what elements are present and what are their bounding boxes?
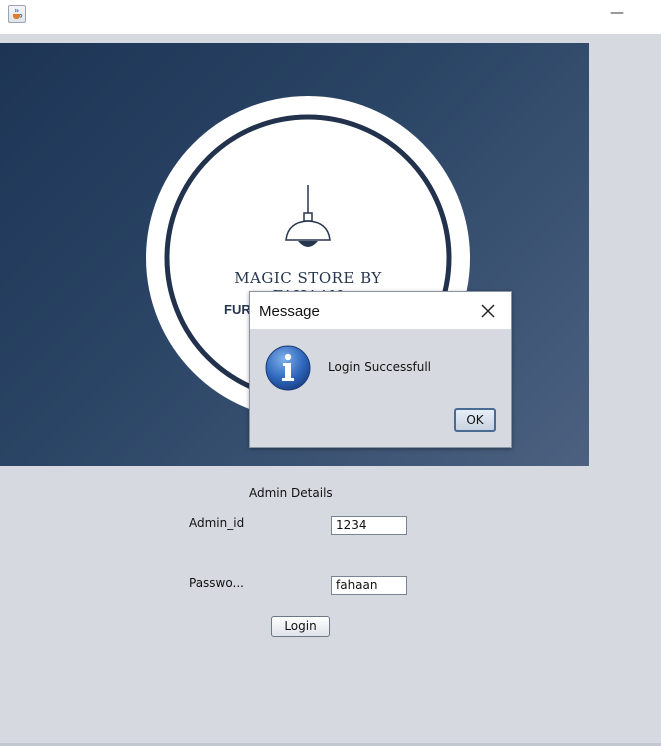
dialog-message: Login Successfull (328, 360, 431, 374)
ok-button[interactable]: OK (454, 408, 496, 432)
window-titlebar: — (0, 0, 661, 34)
java-cup-icon[interactable] (8, 5, 26, 23)
information-icon (265, 345, 311, 391)
dialog-titlebar: Message (250, 292, 511, 329)
login-button[interactable]: Login (271, 616, 330, 637)
banner-subtitle: FUR (224, 302, 251, 317)
password-label: Passwo... (189, 576, 244, 590)
admin-details-heading: Admin Details (249, 486, 333, 500)
message-dialog: Message Login Successfull OK (249, 291, 512, 448)
admin-id-input[interactable]: 1234 (331, 516, 407, 535)
dialog-title: Message (259, 303, 320, 320)
minimize-button[interactable]: — (604, 6, 630, 24)
close-icon[interactable] (478, 301, 498, 321)
admin-id-label: Admin_id (189, 516, 245, 530)
password-input[interactable]: fahaan (331, 576, 407, 595)
